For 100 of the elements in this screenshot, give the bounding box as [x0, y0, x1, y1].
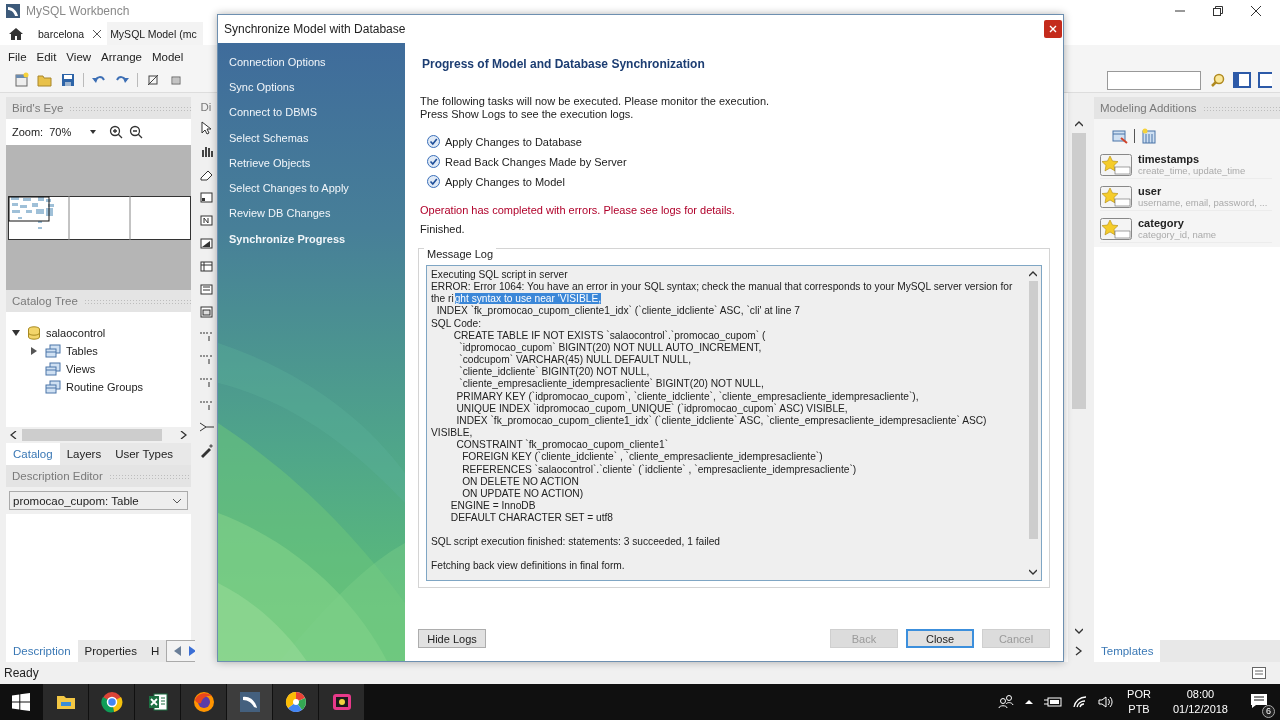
clock-time[interactable]: 08:00	[1186, 687, 1215, 702]
tray-caret-icon[interactable]	[1024, 698, 1035, 706]
close-icon[interactable]	[1044, 20, 1062, 38]
star-template-icon[interactable]	[1100, 153, 1132, 176]
wizard-step[interactable]: Retrieve Objects	[229, 150, 405, 176]
diagram-tool-icon[interactable]	[198, 213, 214, 228]
tables-icon	[45, 380, 61, 394]
dialog-button[interactable]: Hide Logs	[418, 629, 486, 648]
log-line: ERROR: Error 1064: You have an error in your SQL syntax; check the manual that corresponds to your MySQL server version for	[431, 281, 1014, 294]
database-icon	[27, 326, 41, 340]
wizard-step[interactable]: Review DB Changes	[229, 200, 405, 227]
menu-item[interactable]: Edit	[31, 50, 62, 63]
panel-tab[interactable]: Catalog	[6, 443, 60, 465]
taskbar-app[interactable]	[88, 684, 134, 720]
panel-layout-icon[interactable]	[1258, 72, 1272, 88]
log-line: `cliente_idcliente` BIGINT(20) NOT NULL,	[458, 366, 650, 379]
log-line: CONSTRAINT `fk_promocao_cupom_cliente1`	[455, 439, 669, 452]
home-icon[interactable]	[8, 26, 24, 41]
scroll-up-icon[interactable]	[1029, 271, 1037, 277]
log-line: VISIBLE,	[431, 427, 474, 440]
notification-icon[interactable]	[1250, 692, 1268, 709]
collapsed-arrow-icon[interactable]	[30, 347, 38, 355]
tab-left-icon[interactable]	[173, 646, 183, 656]
star-template-icon[interactable]	[1100, 185, 1132, 208]
taskbar-app[interactable]	[226, 684, 272, 720]
save-icon[interactable]	[60, 72, 76, 88]
menu-item[interactable]: View	[61, 50, 97, 63]
panel-tab[interactable]: Properties	[77, 640, 144, 662]
taskbar-app[interactable]	[42, 684, 88, 720]
wizard-step[interactable]: Select Changes to Apply	[229, 175, 405, 201]
clock-date[interactable]: 01/12/2018	[1172, 702, 1228, 717]
menu-item[interactable]: File	[3, 50, 32, 63]
tables-icon	[45, 362, 61, 376]
log-line: INDEX `fk_promocao_cupom_cliente1_idx` (`cliente_idcliente` ASC, `cliente_empresacliente_idempresacliente` ASC)	[455, 414, 988, 428]
tree-item[interactable]: Tables	[66, 345, 98, 357]
scroll-up-icon[interactable]	[1075, 121, 1083, 127]
close-icon[interactable]	[93, 29, 102, 38]
panel-layout-icon[interactable]	[1233, 72, 1251, 88]
menu-item[interactable]: Model	[147, 50, 189, 63]
caret-icon[interactable]	[89, 129, 98, 135]
search-field[interactable]	[1107, 70, 1201, 90]
search-icon[interactable]	[1210, 72, 1226, 88]
taskbar-app[interactable]	[134, 684, 180, 720]
restore-icon[interactable]	[1212, 5, 1224, 17]
close-icon[interactable]	[1250, 5, 1262, 17]
scroll-down-icon[interactable]	[1075, 628, 1083, 634]
document-tab[interactable]: MySQL Model (mc	[107, 22, 203, 45]
panel-tab[interactable]: H	[143, 640, 167, 662]
wizard-step[interactable]: Connect to DBMS	[229, 99, 405, 125]
wizard-step[interactable]: Sync Options	[229, 74, 405, 100]
dialog-button[interactable]: Close	[906, 629, 974, 648]
diagram-tool-icon[interactable]	[198, 121, 214, 136]
panel-title: Catalog Tree	[12, 295, 78, 307]
scroll-down-icon[interactable]	[1029, 569, 1037, 575]
menu-item[interactable]: Arrange	[96, 50, 147, 63]
volume-icon[interactable]	[1098, 695, 1115, 709]
toggle-grid-icon[interactable]	[145, 72, 161, 88]
wizard-step[interactable]: Select Schemas	[229, 124, 405, 151]
star-template-icon[interactable]	[1100, 217, 1132, 240]
battery-icon[interactable]	[1044, 696, 1063, 708]
wifi-icon[interactable]	[1072, 695, 1089, 709]
diagram-tool-icon[interactable]	[198, 305, 214, 320]
taskbar-app[interactable]	[180, 684, 226, 720]
zoom-in-icon[interactable]	[109, 125, 124, 139]
output-panel-icon[interactable]	[1252, 667, 1266, 679]
new-table-icon[interactable]	[1141, 128, 1157, 144]
scroll-right-icon[interactable]	[179, 431, 187, 439]
task-label: Apply Changes to Database	[445, 135, 582, 148]
panel-tab[interactable]: Templates	[1094, 640, 1161, 662]
panel-tab[interactable]: Description	[6, 640, 78, 662]
zoom-out-icon[interactable]	[129, 125, 144, 139]
wizard-step[interactable]: Connection Options	[229, 49, 405, 75]
people-icon[interactable]	[998, 694, 1015, 710]
object-dropdown[interactable]: promocao_cupom: Table	[9, 491, 188, 510]
new-file-icon[interactable]	[14, 72, 30, 88]
tab-right-icon[interactable]	[188, 646, 198, 656]
tree-item[interactable]: salaocontrol	[46, 327, 106, 339]
browser-icon	[100, 691, 123, 713]
template-fields: create_time, update_time	[1138, 165, 1246, 176]
panel-title: Bird's Eye	[12, 102, 64, 114]
window-title: MySQL Workbench	[26, 4, 130, 18]
error-message: Operation has completed with errors. Please see logs for details.	[419, 204, 736, 216]
panel-tab[interactable]: User Types	[108, 443, 181, 465]
wizard-step[interactable]: Synchronize Progress	[229, 226, 405, 252]
expanded-arrow-icon[interactable]	[12, 329, 20, 337]
diagram-tool-icon[interactable]	[198, 236, 214, 251]
dialog-title: Synchronize Model with Database	[224, 22, 406, 36]
scroll-left-icon[interactable]	[10, 431, 18, 439]
windows-start-icon[interactable]	[12, 693, 30, 711]
log-line: REFERENCES `salaocontrol`.`cliente` (`idcliente` , `empresacliente_idempresacliente`)	[461, 463, 858, 476]
diagram-minimap[interactable]	[8, 195, 191, 240]
diagram-tool-icon[interactable]	[198, 190, 214, 205]
table-import-icon[interactable]	[1112, 128, 1128, 144]
panel-tab[interactable]: Layers	[59, 443, 109, 465]
taskbar-app[interactable]	[272, 684, 318, 720]
tree-item[interactable]: Views	[66, 363, 96, 375]
language-indicator[interactable]: POR	[1127, 687, 1151, 702]
keyboard-layout[interactable]: PTB	[1128, 702, 1150, 717]
diagram-tool-icon[interactable]	[198, 259, 214, 274]
tree-item[interactable]: Routine Groups	[66, 381, 144, 393]
